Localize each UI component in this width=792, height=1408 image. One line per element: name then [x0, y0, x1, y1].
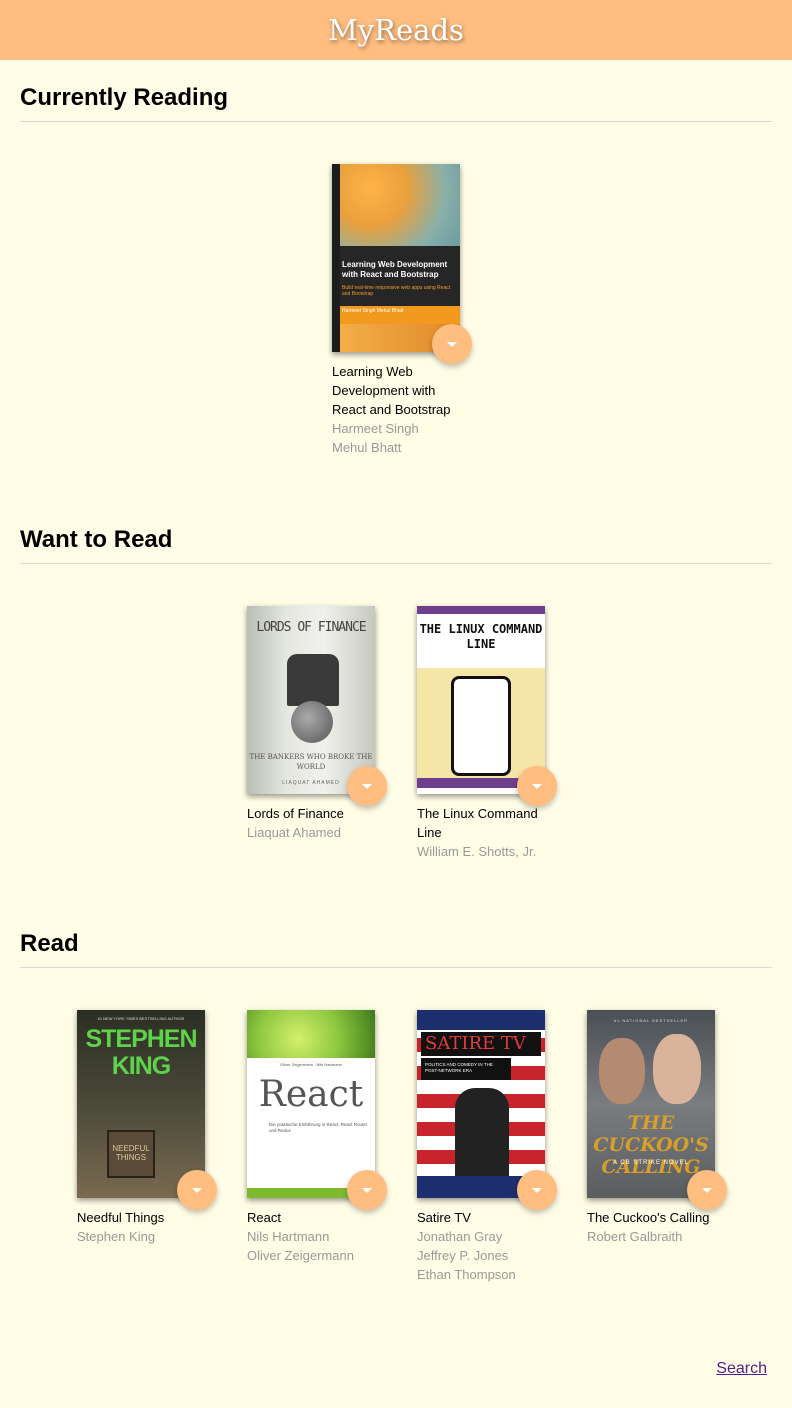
chevron-down-icon: [362, 783, 372, 789]
chevron-down-icon: [532, 783, 542, 789]
shelf-currently-reading: Currently Reading Learning Web Developme…: [20, 84, 772, 457]
book-author: William E. Shotts, Jr.: [417, 844, 537, 859]
shelf-changer-button[interactable]: [687, 1170, 727, 1210]
book-item: Learning Web Development with React and …: [332, 164, 472, 457]
book-item: #1 NATIONAL BESTSELLER THE CUCKOO'S CALL…: [587, 1010, 727, 1284]
book-cover[interactable]: Learning Web Development with React and …: [332, 164, 460, 352]
chevron-down-icon: [702, 1187, 712, 1193]
shelf-want-to-read: Want to Read LORDS OF FINANCE THE BANKER…: [20, 526, 772, 861]
search-link[interactable]: Search: [716, 1360, 767, 1378]
book-title: The Linux Command Line: [417, 806, 538, 840]
book-author: Mehul Bhatt: [332, 440, 402, 455]
book-title: Lords of Finance: [247, 806, 344, 821]
chevron-down-icon: [447, 341, 457, 347]
book-item: THE LINUX COMMAND LINE The Linux Command…: [417, 606, 557, 861]
book-author: Jonathan Gray: [417, 1229, 503, 1244]
shelf-changer-button[interactable]: [347, 766, 387, 806]
book-author: Liaquat Ahamed: [247, 825, 341, 840]
book-list: LORDS OF FINANCE THE BANKERS WHO BROKE T…: [20, 606, 772, 861]
shelf-changer-button[interactable]: [347, 1170, 387, 1210]
book-cover[interactable]: THE LINUX COMMAND LINE: [417, 606, 545, 794]
book-cover[interactable]: SATIRE TV POLITICS AND COMEDY IN THE POS…: [417, 1010, 545, 1198]
book-cover[interactable]: #1 NATIONAL BESTSELLER THE CUCKOO'S CALL…: [587, 1010, 715, 1198]
book-author: Oliver Zeigermann: [247, 1248, 354, 1263]
shelf-changer-button[interactable]: [432, 324, 472, 364]
shelf-changer-button[interactable]: [517, 1170, 557, 1210]
shelf-read: Read #1 NEW YORK TIMES BESTSELLING AUTHO…: [20, 930, 772, 1284]
shelf-title: Want to Read: [20, 526, 772, 564]
book-title: React: [247, 1210, 281, 1225]
book-list: #1 NEW YORK TIMES BESTSELLING AUTHOR STE…: [20, 1010, 772, 1284]
chevron-down-icon: [192, 1187, 202, 1193]
book-title: Needful Things: [77, 1210, 165, 1225]
app-header: MyReads: [0, 0, 792, 60]
shelf-title: Read: [20, 930, 772, 968]
book-title: The Cuckoo's Calling: [587, 1210, 710, 1225]
book-author: Harmeet Singh: [332, 421, 419, 436]
book-list: Learning Web Development with React and …: [20, 164, 772, 457]
shelf-title: Currently Reading: [20, 84, 772, 122]
book-cover[interactable]: LORDS OF FINANCE THE BANKERS WHO BROKE T…: [247, 606, 375, 794]
book-title: Satire TV: [417, 1210, 471, 1225]
book-author: Stephen King: [77, 1229, 156, 1244]
book-author: Ethan Thompson: [417, 1267, 516, 1282]
shelf-changer-button[interactable]: [517, 766, 557, 806]
chevron-down-icon: [362, 1187, 372, 1193]
book-cover[interactable]: Oliver Zeigermann · Nils Hartmann React …: [247, 1010, 375, 1198]
book-author: Robert Galbraith: [587, 1229, 683, 1244]
book-item: SATIRE TV POLITICS AND COMEDY IN THE POS…: [417, 1010, 557, 1284]
book-author: Jeffrey P. Jones: [417, 1248, 509, 1263]
book-author: Nils Hartmann: [247, 1229, 330, 1244]
app-title: MyReads: [328, 13, 464, 47]
shelf-changer-button[interactable]: [177, 1170, 217, 1210]
chevron-down-icon: [532, 1187, 542, 1193]
book-item: LORDS OF FINANCE THE BANKERS WHO BROKE T…: [247, 606, 387, 861]
book-item: Oliver Zeigermann · Nils Hartmann React …: [247, 1010, 387, 1284]
book-item: #1 NEW YORK TIMES BESTSELLING AUTHOR STE…: [77, 1010, 217, 1284]
book-cover[interactable]: #1 NEW YORK TIMES BESTSELLING AUTHOR STE…: [77, 1010, 205, 1198]
book-title: Learning Web Development with React and …: [332, 364, 451, 417]
